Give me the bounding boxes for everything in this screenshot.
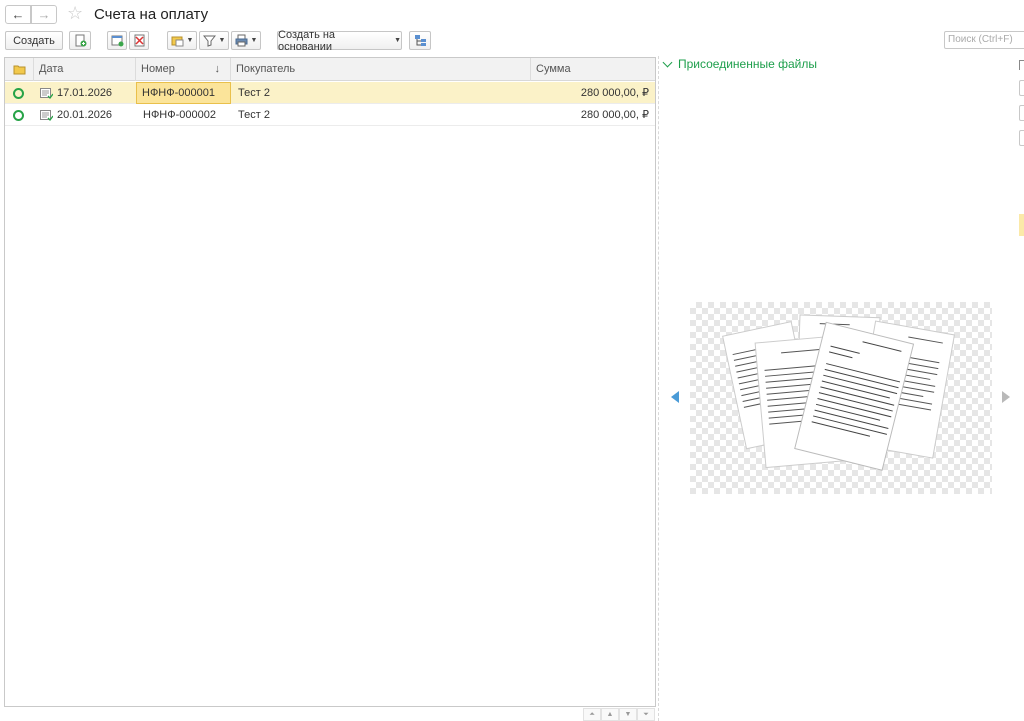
right-panel-field[interactable]	[1019, 130, 1024, 146]
page-title: Счета на оплату	[94, 6, 209, 23]
sort-descending-icon: ↓	[214, 63, 221, 75]
right-panel-field[interactable]	[1019, 80, 1024, 96]
up-icon: ▲	[606, 711, 614, 718]
title-bar: ← → ☆ Счета на оплату	[0, 0, 1024, 30]
right-panel-field[interactable]	[1019, 105, 1024, 121]
column-header-amount[interactable]: Сумма	[531, 58, 655, 81]
chevron-down-icon	[662, 57, 673, 68]
column-header-date[interactable]: Дата	[34, 58, 136, 81]
scroll-next-button[interactable]: ▼	[619, 708, 637, 721]
scroll-last-button[interactable]: ⏷	[637, 708, 655, 721]
down-icon: ▼	[624, 711, 632, 718]
create-button[interactable]: Создать	[5, 31, 63, 50]
cell-buyer: Тест 2	[238, 109, 270, 121]
attached-files-header[interactable]: Присоединенные файлы	[662, 57, 817, 71]
toolbar: Создать ▼ ▼ ▼ Создать на основании ▼	[0, 28, 1024, 53]
cell-buyer: Тест 2	[238, 87, 270, 99]
cell-number[interactable]: НФНФ-000001	[136, 82, 231, 104]
attached-files-title: Присоединенные файлы	[678, 57, 817, 71]
arrow-left-icon: ←	[11, 7, 25, 22]
cell-date: 17.01.2026	[57, 87, 113, 99]
arrow-right-icon: →	[37, 7, 51, 22]
scroll-first-button[interactable]: ⏶	[583, 708, 601, 721]
copy-button[interactable]	[69, 31, 91, 50]
dropdown-caret-icon: ▼	[250, 37, 258, 44]
cell-amount: 280 000,00, ₽	[580, 109, 649, 121]
previous-file-arrow-icon[interactable]	[671, 391, 679, 403]
documents-stack-icon	[722, 314, 955, 471]
right-panel-selected-row[interactable]	[1019, 214, 1024, 236]
panel-divider[interactable]	[658, 56, 659, 721]
copy-document-icon	[75, 34, 86, 47]
column-header-status[interactable]	[5, 58, 34, 81]
structure-button[interactable]	[409, 31, 431, 50]
dropdown-caret-icon: ▼	[218, 37, 226, 44]
unpost-document-icon	[134, 34, 144, 47]
column-header-number[interactable]: Номер ↓	[136, 58, 231, 81]
post-button[interactable]	[107, 31, 127, 50]
scroll-prev-button[interactable]: ▲	[601, 708, 619, 721]
file-preview-image	[690, 302, 992, 494]
create-button-label: Создать	[13, 34, 55, 47]
folder-icon	[13, 65, 26, 75]
dropdown-caret-icon: ▼	[394, 37, 401, 44]
create-based-on-label: Создать на основании	[278, 28, 336, 53]
folder-document-icon	[171, 36, 184, 47]
cell-date: 20.01.2026	[57, 109, 113, 121]
printer-icon	[235, 34, 248, 47]
cell-number[interactable]: НФНФ-000002	[138, 104, 231, 126]
status-circle-icon	[13, 110, 24, 121]
table-pager: ⏶ ▲ ▼ ⏷	[583, 708, 655, 721]
print-menu-button[interactable]: ▼	[231, 31, 261, 50]
table-row[interactable]: 20.01.2026 НФНФ-000002 Тест 2 280 000,00…	[5, 104, 655, 126]
right-panel-edge	[1019, 60, 1024, 70]
favorite-star-icon[interactable]: ☆	[67, 3, 83, 24]
column-header-buyer[interactable]: Покупатель	[231, 58, 531, 81]
forward-button[interactable]: →	[31, 5, 57, 24]
filter-menu-button[interactable]: ▼	[199, 31, 229, 50]
search-input[interactable]: Поиск (Ctrl+F)	[944, 31, 1024, 49]
next-file-arrow-icon[interactable]	[1002, 391, 1010, 403]
structure-icon	[414, 35, 426, 46]
double-down-icon: ⏷	[643, 710, 649, 718]
status-circle-icon	[13, 88, 24, 99]
table-row[interactable]: 17.01.2026 НФНФ-000001 Тест 2 280 000,00…	[5, 82, 655, 104]
dropdown-caret-icon: ▼	[186, 37, 194, 44]
column-header-number-label: Номер	[141, 63, 175, 75]
post-document-icon	[111, 35, 123, 47]
create-based-on-button[interactable]: Создать на основании ▼	[277, 28, 402, 53]
invoices-table: Дата Номер ↓ Покупатель Сумма 17.01.2026…	[4, 57, 656, 707]
cell-amount: 280 000,00, ₽	[580, 87, 649, 99]
double-up-icon: ⏶	[589, 710, 595, 718]
table-header: Дата Номер ↓ Покупатель Сумма	[5, 58, 655, 81]
attach-menu-button[interactable]: ▼	[167, 31, 197, 50]
unpost-button[interactable]	[129, 31, 149, 50]
back-button[interactable]: ←	[5, 5, 31, 24]
filter-icon	[202, 35, 216, 47]
